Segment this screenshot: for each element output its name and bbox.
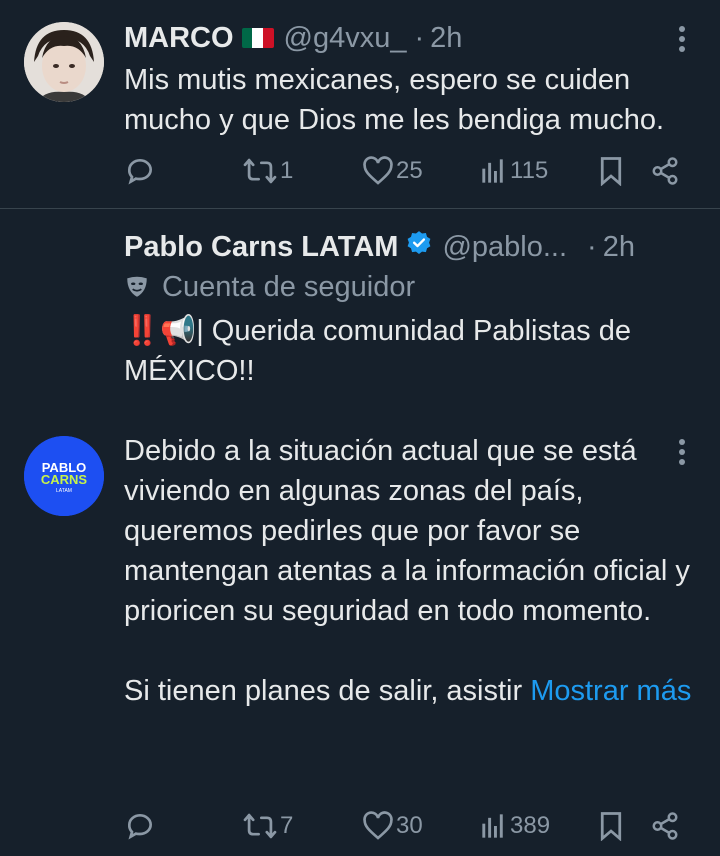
like-button[interactable]: 25	[362, 156, 423, 186]
handle[interactable]: @g4vxu_	[284, 20, 407, 56]
timestamp[interactable]: 2h	[430, 20, 462, 56]
display-name[interactable]: Pablo Carns LATAM	[124, 229, 398, 265]
share-icon	[652, 157, 678, 185]
heart-icon	[363, 156, 393, 185]
tweet-text-content: Mis mutis mexicanes, espero se cuiden mu…	[124, 64, 665, 136]
avatar[interactable]	[24, 22, 104, 102]
display-name[interactable]: MARCO	[124, 20, 234, 56]
reply-icon	[127, 814, 152, 840]
like-count: 25	[396, 157, 423, 184]
tweet[interactable]: MARCO @g4vxu_ · 2h Mis mutis mexicanes, …	[0, 0, 720, 209]
handle[interactable]: @pablo...	[442, 229, 567, 265]
tweet-actions: 7 30 389	[124, 806, 680, 846]
like-count: 30	[396, 812, 423, 839]
retweet-count: 1	[280, 157, 294, 184]
retweet-icon	[243, 813, 277, 839]
share-icon	[652, 812, 678, 840]
mexico-flag-icon	[241, 28, 274, 48]
tweet[interactable]: PABLO CARNS LATAM Pablo Carns LATAM @pab…	[0, 209, 720, 856]
svg-text:LATAM: LATAM	[56, 488, 72, 494]
share-button[interactable]	[650, 156, 680, 186]
views-button[interactable]: 115	[480, 157, 548, 185]
tweet-actions: 1 25 115	[124, 151, 680, 191]
bookmark-icon	[600, 157, 622, 186]
retweet-button[interactable]: 7	[242, 811, 293, 841]
views-icon	[482, 159, 503, 183]
retweet-count: 7	[280, 812, 294, 839]
bookmark-icon	[600, 812, 622, 841]
pablo-carns-logo: PABLO CARNS LATAM	[24, 436, 104, 516]
tweet-header: Pablo Carns LATAM @pablo... · 2h	[124, 229, 700, 265]
tweet-text: Mis mutis mexicanes, espero se cuiden mu…	[124, 60, 700, 140]
reply-icon	[127, 159, 152, 185]
bookmark-button[interactable]	[598, 811, 624, 841]
views-icon	[482, 814, 503, 838]
show-more-link[interactable]: Mostrar más	[530, 675, 691, 707]
avatar[interactable]: PABLO CARNS LATAM	[24, 436, 104, 516]
account-label-text: Cuenta de seguidor	[162, 270, 416, 303]
avatar-photo	[24, 22, 104, 102]
svg-text:CARNS: CARNS	[41, 472, 88, 487]
tweet-text-para2: Debido a la situación actual que se está…	[124, 435, 690, 627]
more-options-icon[interactable]	[678, 439, 686, 470]
views-button[interactable]: 389	[480, 812, 550, 840]
reply-button[interactable]	[124, 810, 158, 842]
tweet-text-para3: Si tienen planes de salir, asistir Mostr…	[124, 675, 692, 707]
more-options-icon[interactable]	[678, 26, 686, 57]
retweet-icon	[243, 158, 277, 184]
account-label[interactable]: Cuenta de seguidor	[124, 267, 700, 307]
tweet-text: ‼️📢| Querida comunidad Pablistas de MÉXI…	[124, 311, 700, 711]
tweet-text-line1: ‼️📢| Querida comunidad Pablistas de MÉXI…	[124, 315, 631, 387]
view-count: 115	[510, 157, 549, 184]
separator-dot: ·	[587, 231, 597, 263]
like-button[interactable]: 30	[362, 811, 423, 841]
verified-badge-icon	[406, 229, 432, 265]
theater-mask-icon	[127, 276, 147, 297]
view-count: 389	[510, 812, 551, 839]
reply-button[interactable]	[124, 155, 158, 187]
share-button[interactable]	[650, 811, 680, 841]
heart-icon	[363, 811, 393, 840]
retweet-button[interactable]: 1	[242, 156, 293, 186]
timestamp[interactable]: 2h	[603, 229, 635, 265]
tweet-header: MARCO @g4vxu_ · 2h	[124, 20, 700, 56]
separator-dot: ·	[414, 22, 425, 54]
bookmark-button[interactable]	[598, 156, 624, 186]
